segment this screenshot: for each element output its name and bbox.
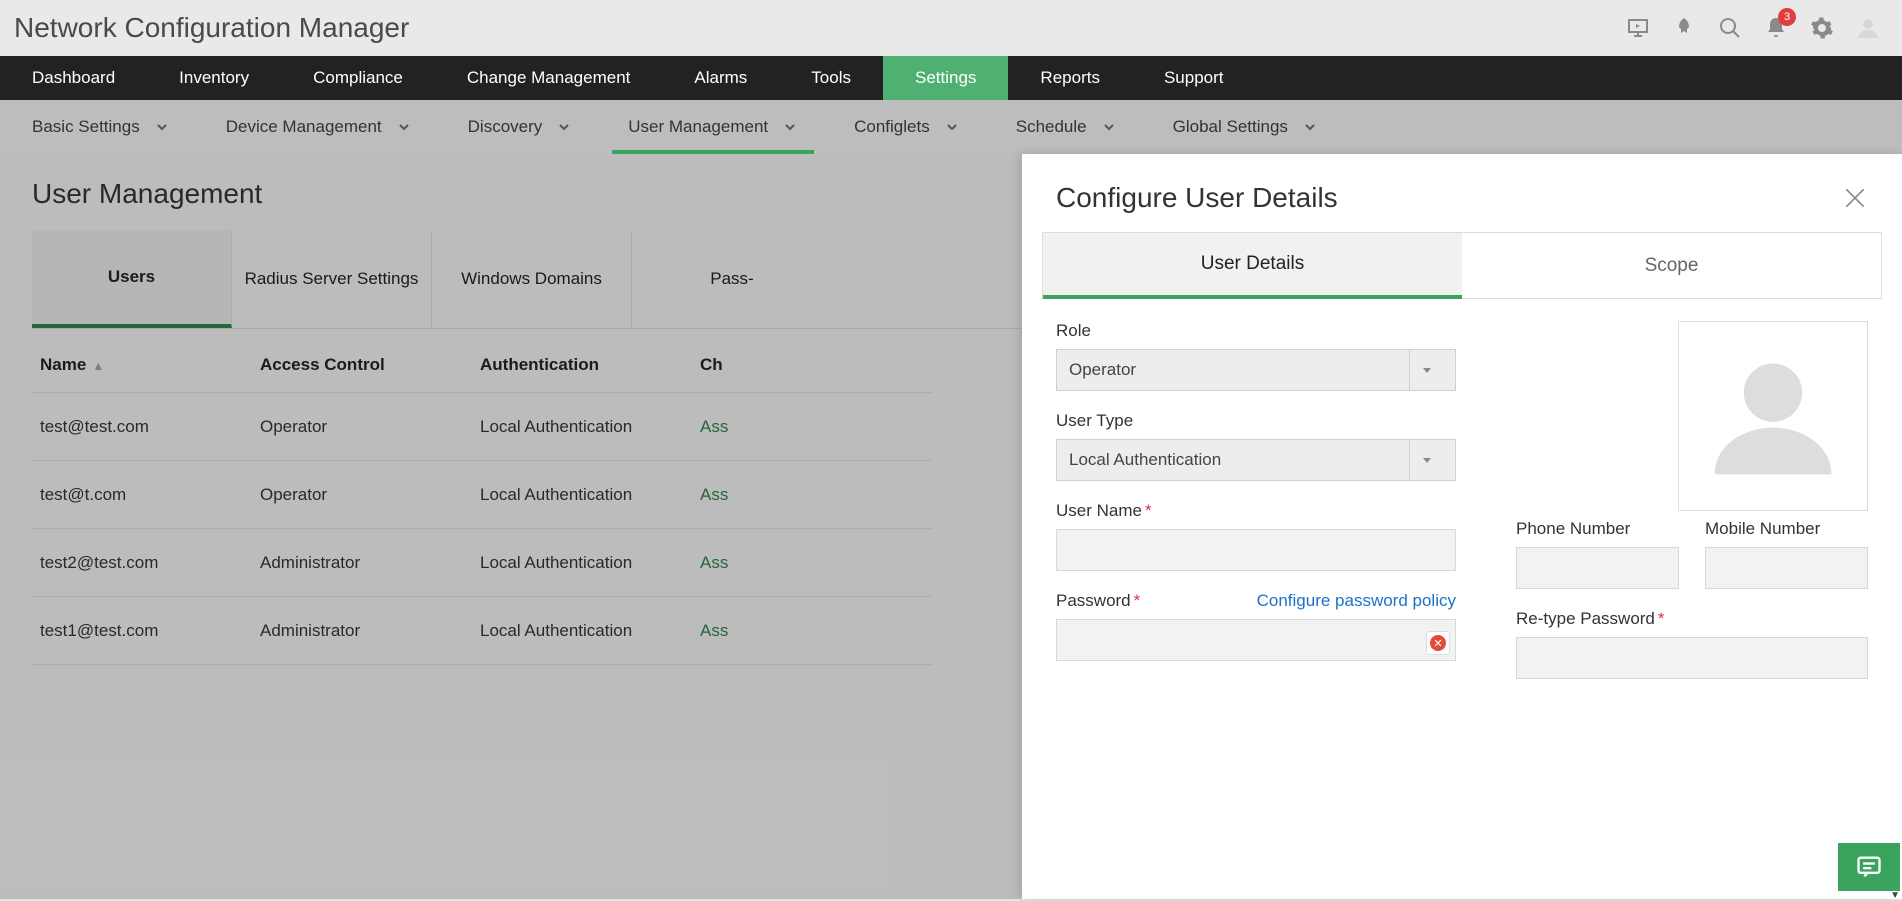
subnav-label: Device Management: [226, 117, 382, 137]
top-header: Network Configuration Manager 3: [0, 0, 1902, 56]
nav-tools[interactable]: Tools: [779, 56, 883, 100]
mobile-number-label: Mobile Number: [1705, 519, 1868, 539]
user-type-label: User Type: [1056, 411, 1456, 431]
header-icons: 3: [1626, 16, 1888, 40]
chevron-down-icon: [1103, 121, 1115, 133]
role-select[interactable]: Operator: [1056, 349, 1456, 391]
sub-nav: Basic Settings Device Management Discove…: [0, 100, 1902, 154]
user-avatar-placeholder[interactable]: [1678, 321, 1868, 511]
chevron-down-icon: [1409, 440, 1443, 480]
retype-password-input[interactable]: [1516, 637, 1868, 679]
configure-user-panel: Configure User Details User Details Scop…: [1022, 154, 1902, 899]
user-name-input[interactable]: [1056, 529, 1456, 571]
nav-compliance[interactable]: Compliance: [281, 56, 435, 100]
gear-icon[interactable]: [1810, 16, 1834, 40]
user-type-select[interactable]: Local Authentication: [1056, 439, 1456, 481]
presentation-icon[interactable]: [1626, 16, 1650, 40]
user-type-value: Local Authentication: [1069, 450, 1221, 470]
subnav-basic-settings[interactable]: Basic Settings: [4, 100, 198, 154]
nav-alarms[interactable]: Alarms: [662, 56, 779, 100]
chevron-down-icon: [784, 121, 796, 133]
mobile-number-input[interactable]: [1705, 547, 1868, 589]
subnav-label: Configlets: [854, 117, 930, 137]
chat-button[interactable]: [1838, 843, 1900, 891]
nav-inventory[interactable]: Inventory: [147, 56, 281, 100]
chat-expand-icon[interactable]: ▼: [1838, 891, 1900, 899]
main-nav: Dashboard Inventory Compliance Change Ma…: [0, 56, 1902, 100]
chevron-down-icon: [946, 121, 958, 133]
subnav-global-settings[interactable]: Global Settings: [1145, 100, 1346, 154]
user-name-label: User Name*: [1056, 501, 1456, 521]
subnav-label: Schedule: [1016, 117, 1087, 137]
subnav-configlets[interactable]: Configlets: [826, 100, 988, 154]
subnav-label: User Management: [628, 117, 768, 137]
form-left-column: Role Operator User Type Local Authentica…: [1056, 321, 1456, 685]
configure-password-policy-link[interactable]: Configure password policy: [1257, 591, 1456, 611]
chevron-down-icon: [558, 121, 570, 133]
nav-dashboard[interactable]: Dashboard: [0, 56, 147, 100]
panel-tabs: User Details Scope: [1042, 232, 1882, 299]
nav-change-management[interactable]: Change Management: [435, 56, 663, 100]
required-asterisk: *: [1145, 501, 1152, 520]
bell-icon[interactable]: 3: [1764, 16, 1788, 40]
role-label: Role: [1056, 321, 1456, 341]
required-asterisk: *: [1658, 609, 1665, 628]
nav-settings[interactable]: Settings: [883, 56, 1008, 100]
chevron-down-icon: [1409, 350, 1443, 390]
retype-password-label: Re-type Password*: [1516, 609, 1868, 629]
password-input[interactable]: [1056, 619, 1456, 661]
subnav-label: Global Settings: [1173, 117, 1288, 137]
chevron-down-icon: [1304, 121, 1316, 133]
role-value: Operator: [1069, 360, 1136, 380]
nav-reports[interactable]: Reports: [1008, 56, 1132, 100]
password-invalid-icon: ✕: [1426, 631, 1450, 655]
chevron-down-icon: [398, 121, 410, 133]
subnav-user-management[interactable]: User Management: [600, 100, 826, 154]
subnav-schedule[interactable]: Schedule: [988, 100, 1145, 154]
subnav-label: Basic Settings: [32, 117, 140, 137]
phone-number-input[interactable]: [1516, 547, 1679, 589]
subnav-device-management[interactable]: Device Management: [198, 100, 440, 154]
panel-header: Configure User Details: [1022, 154, 1902, 232]
app-title: Network Configuration Manager: [14, 12, 409, 44]
subnav-label: Discovery: [468, 117, 543, 137]
close-icon[interactable]: [1842, 185, 1868, 211]
notification-badge: 3: [1778, 8, 1796, 26]
panel-title: Configure User Details: [1056, 182, 1338, 214]
rocket-icon[interactable]: [1672, 16, 1696, 40]
phone-number-label: Phone Number: [1516, 519, 1679, 539]
panel-tab-user-details[interactable]: User Details: [1043, 233, 1462, 299]
avatar-icon[interactable]: [1856, 16, 1880, 40]
nav-support[interactable]: Support: [1132, 56, 1256, 100]
subnav-discovery[interactable]: Discovery: [440, 100, 601, 154]
chevron-down-icon: [156, 121, 168, 133]
search-icon[interactable]: [1718, 16, 1742, 40]
panel-body: Role Operator User Type Local Authentica…: [1022, 299, 1902, 899]
form-right-column: Phone Number Mobile Number Re-type Passw…: [1516, 321, 1868, 685]
panel-tab-scope[interactable]: Scope: [1462, 233, 1881, 299]
required-asterisk: *: [1134, 591, 1141, 610]
password-label: Password* Configure password policy: [1056, 591, 1456, 611]
